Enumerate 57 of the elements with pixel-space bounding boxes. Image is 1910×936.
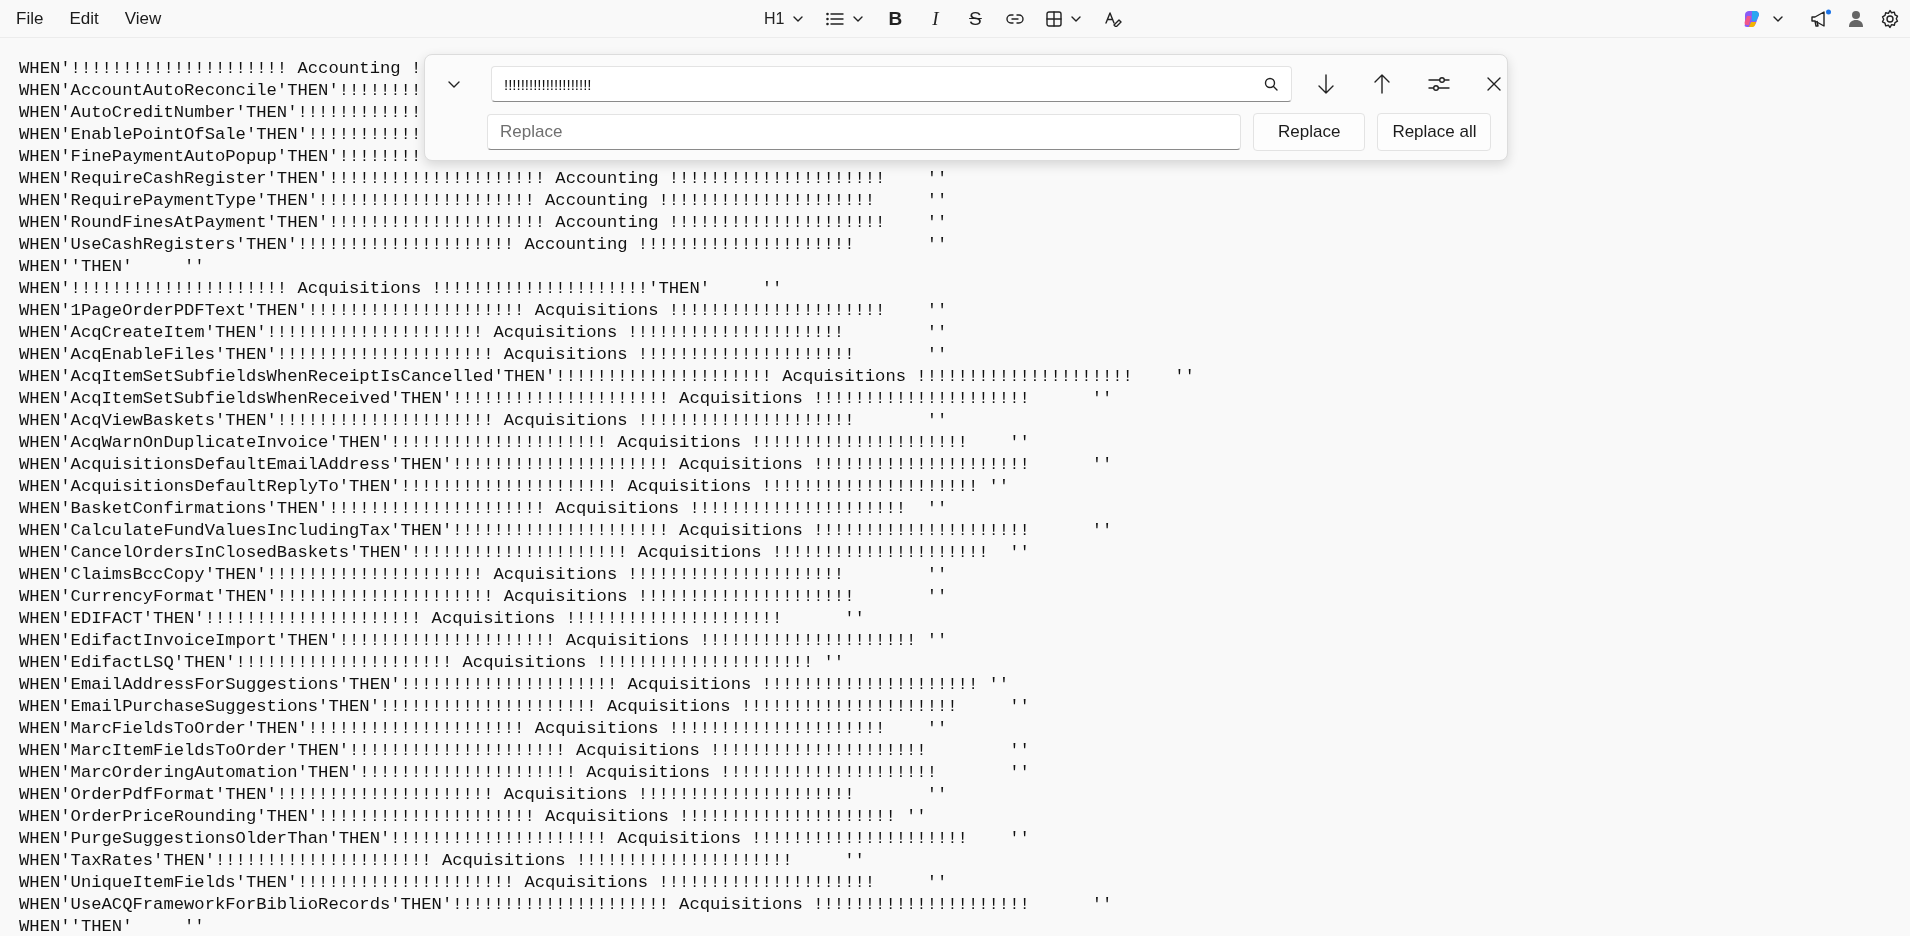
text-line: WHEN'1PageOrderPDFText'THEN'!!!!!!!!!!!!!!!!!!!!! Acquisitions !!!!!!!!!!!!!!!!!!!!! '' [19, 300, 948, 322]
menu-item[interactable]: Edit [59, 4, 109, 33]
text-line: WHEN'MarcOrderingAutomation'THEN'!!!!!!!!!!!!!!!!!!!!! Acquisitions !!!!!!!!!!!!!!!!!!!!! '' [19, 762, 1030, 784]
text-line: WHEN'RoundFinesAtPayment'THEN'!!!!!!!!!!!!!!!!!!!!! Accounting !!!!!!!!!!!!!!!!!!!!! '' [19, 212, 948, 234]
copilot-icon[interactable] [1742, 8, 1762, 29]
menu-item[interactable]: View [114, 4, 172, 33]
replace-field[interactable]: Replace [487, 114, 1241, 150]
text-line: WHEN'AutoCreditNumber'THEN'!!!!!!!!!!!! [19, 102, 422, 124]
text-line: WHEN'!!!!!!!!!!!!!!!!!!!!! Acquisitions !!!!!!!!!!!!!!!!!!!!!'THEN' '' [19, 278, 783, 300]
megaphone-icon[interactable] [1810, 8, 1832, 29]
text-line: WHEN'AccountAutoReconcile'THEN'!!!!!!!! [19, 80, 422, 102]
replace-button[interactable]: Replace [1253, 113, 1366, 151]
heading-dropdown[interactable]: H1 [758, 5, 811, 32]
list-icon [826, 11, 845, 26]
text-line: WHEN'OrderPdfFormat'THEN'!!!!!!!!!!!!!!!!!!!!! Acquisitions !!!!!!!!!!!!!!!!!!!!! '' [19, 784, 948, 806]
text-line: WHEN'AcquisitionsDefaultEmailAddress'THEN'!!!!!!!!!!!!!!!!!!!!! Acquisitions !!!!!!!!!!!!!!!!!!!!! '' [19, 454, 1113, 476]
text-line: WHEN'BasketConfirmations'THEN'!!!!!!!!!!!!!!!!!!!!! Acquisitions !!!!!!!!!!!!!!!!!!!!! '' [19, 498, 948, 520]
bold-button[interactable]: B [880, 5, 911, 32]
text-line: WHEN'EmailPurchaseSuggestions'THEN'!!!!!!!!!!!!!!!!!!!!! Acquisitions !!!!!!!!!!!!!!!!!!!!! '' [19, 696, 1030, 718]
text-line: WHEN'PurgeSuggestionsOlderThan'THEN'!!!!!!!!!!!!!!!!!!!!! Acquisitions !!!!!!!!!!!!!!!!!!!!! '' [19, 828, 1030, 850]
table-icon [1046, 10, 1063, 27]
text-line: WHEN'EDIFACT'THEN'!!!!!!!!!!!!!!!!!!!!! Acquisitions !!!!!!!!!!!!!!!!!!!!! '' [19, 608, 865, 630]
text-line: WHEN'EdifactInvoiceImport'THEN'!!!!!!!!!!!!!!!!!!!!! Acquisitions !!!!!!!!!!!!!!!!!!!!! '' [19, 630, 948, 652]
text-line: WHEN'EmailAddressForSuggestions'THEN'!!!!!!!!!!!!!!!!!!!!! Acquisitions !!!!!!!!!!!!!!!!!!!!! '' [19, 674, 1010, 696]
italic-button[interactable]: I [920, 5, 951, 32]
strikethrough-button[interactable]: S [960, 5, 991, 32]
text-line: WHEN'RequirePaymentType'THEN'!!!!!!!!!!!!!!!!!!!!! Accounting !!!!!!!!!!!!!!!!!!!!! '' [19, 190, 948, 212]
person-icon[interactable] [1848, 9, 1864, 28]
text-line: WHEN'CalculateFundValuesIncludingTax'THEN'!!!!!!!!!!!!!!!!!!!!! Acquisitions !!!!!!!!!!!!!!!!!!!!! '' [19, 520, 1113, 542]
text-line: WHEN'AcqCreateItem'THEN'!!!!!!!!!!!!!!!!!!!!! Acquisitions !!!!!!!!!!!!!!!!!!!!! '' [19, 322, 948, 344]
text-line: WHEN''THEN' '' [19, 916, 205, 936]
settings-icon[interactable] [1880, 8, 1900, 29]
text-line: WHEN'AcqItemSetSubfieldsWhenReceived'THEN'!!!!!!!!!!!!!!!!!!!!! Acquisitions !!!!!!!!!!!!!!!!!!!!! '' [19, 388, 1113, 410]
text-line: WHEN'MarcFieldsToOrder'THEN'!!!!!!!!!!!!!!!!!!!!! Acquisitions !!!!!!!!!!!!!!!!!!!!! '' [19, 718, 948, 740]
text-line: WHEN'AcqEnableFiles'THEN'!!!!!!!!!!!!!!!!!!!!! Acquisitions !!!!!!!!!!!!!!!!!!!!! '' [19, 344, 948, 366]
text-line: WHEN'AcqItemSetSubfieldsWhenReceiptIsCancelled'THEN'!!!!!!!!!!!!!!!!!!!!! Acquisitions !!!!!!!!!!!!!!!!!!!!! '' [19, 366, 1195, 388]
text-line: WHEN'CurrencyFormat'THEN'!!!!!!!!!!!!!!!!!!!!! Acquisitions !!!!!!!!!!!!!!!!!!!!! '' [19, 586, 948, 608]
text-line: WHEN'AcqViewBaskets'THEN'!!!!!!!!!!!!!!!!!!!!! Acquisitions !!!!!!!!!!!!!!!!!!!!! '' [19, 410, 948, 432]
text-line: WHEN'EnablePointOfSale'THEN'!!!!!!!!!!! [19, 124, 422, 146]
text-line: WHEN''THEN' '' [19, 256, 205, 278]
text-line: WHEN'MarcItemFieldsToOrder'THEN'!!!!!!!!!!!!!!!!!!!!! Acquisitions !!!!!!!!!!!!!!!!!!!!! '' [19, 740, 1030, 762]
text-line: WHEN'UseCashRegisters'THEN'!!!!!!!!!!!!!!!!!!!!! Accounting !!!!!!!!!!!!!!!!!!!!! '' [19, 234, 948, 256]
menu-item[interactable]: File [6, 4, 54, 33]
find-field[interactable]: !!!!!!!!!!!!!!!!!!!!! [491, 66, 1292, 102]
text-line: WHEN'RequireCashRegister'THEN'!!!!!!!!!!!!!!!!!!!!! Accounting !!!!!!!!!!!!!!!!!!!!! '' [19, 168, 948, 190]
search-icon [1264, 77, 1278, 91]
text-line: WHEN'CancelOrdersInClosedBaskets'THEN'!!!!!!!!!!!!!!!!!!!!! Acquisitions !!!!!!!!!!!!!!!!!!!!! '' [19, 542, 1030, 564]
text-line: WHEN'EdifactLSQ'THEN'!!!!!!!!!!!!!!!!!!!!! Acquisitions !!!!!!!!!!!!!!!!!!!!! '' [19, 652, 845, 674]
replace-all-button[interactable]: Replace all [1377, 113, 1492, 151]
text-line: WHEN'AcqWarnOnDuplicateInvoice'THEN'!!!!!!!!!!!!!!!!!!!!! Acquisitions !!!!!!!!!!!!!!!!!!!!! '' [19, 432, 1030, 454]
text-line: WHEN'TaxRates'THEN'!!!!!!!!!!!!!!!!!!!!! Acquisitions !!!!!!!!!!!!!!!!!!!!! '' [19, 850, 865, 872]
text-line: WHEN'UniqueItemFields'THEN'!!!!!!!!!!!!!!!!!!!!! Acquisitions !!!!!!!!!!!!!!!!!!!!! '' [19, 872, 948, 894]
text-line: WHEN'AcquisitionsDefaultReplyTo'THEN'!!!!!!!!!!!!!!!!!!!!! Acquisitions !!!!!!!!!!!!!!!!!!!!! '' [19, 476, 1010, 498]
text-line: WHEN'UseACQFrameworkForBiblioRecords'THEN'!!!!!!!!!!!!!!!!!!!!! Acquisitions !!!!!!!!!!!!!!!!!!!!! '' [19, 894, 1113, 916]
text-line: WHEN'OrderPriceRounding'THEN'!!!!!!!!!!!!!!!!!!!!! Acquisitions !!!!!!!!!!!!!!!!!!!!! '' [19, 806, 927, 828]
text-line: WHEN'FinePaymentAutoPopup'THEN'!!!!!!!! [19, 146, 422, 168]
text-line: WHEN'ClaimsBccCopy'THEN'!!!!!!!!!!!!!!!!!!!!! Acquisitions !!!!!!!!!!!!!!!!!!!!! '' [19, 564, 948, 586]
